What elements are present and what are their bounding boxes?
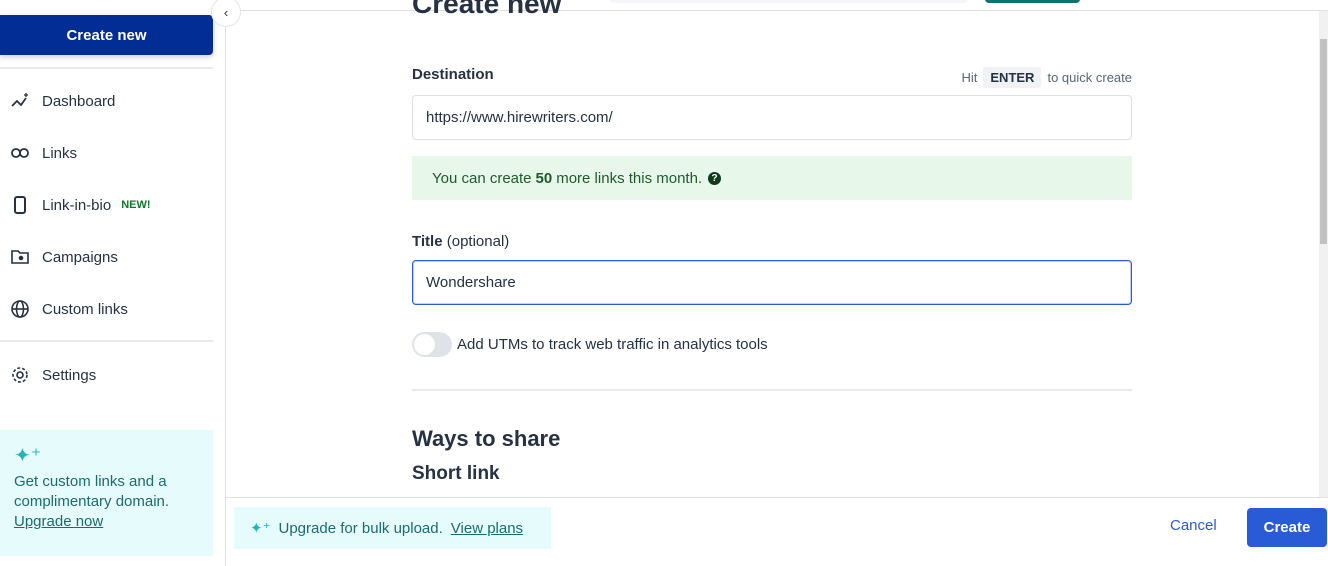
link-icon bbox=[11, 148, 29, 158]
create-button[interactable]: Create bbox=[1247, 508, 1327, 547]
new-badge: NEW! bbox=[121, 199, 151, 211]
cancel-button[interactable]: Cancel bbox=[1170, 517, 1217, 534]
bulk-upload-banner: ✦⁺ Upgrade for bulk upload. View plans bbox=[234, 507, 551, 549]
scrollbar[interactable] bbox=[1319, 11, 1328, 497]
utm-toggle[interactable] bbox=[412, 332, 452, 357]
upgrade-promo: ✦⁺ Get custom links and a complimentary … bbox=[0, 430, 213, 556]
promo-text: Get custom links and a complimentary dom… bbox=[14, 473, 170, 510]
top-action-button[interactable] bbox=[985, 0, 1080, 3]
enter-key: ENTER bbox=[983, 67, 1042, 88]
hint-text: to quick create bbox=[1047, 70, 1132, 85]
dashboard-icon bbox=[11, 93, 28, 107]
sidebar-item-label: Campaigns bbox=[42, 248, 118, 266]
sidebar-item-label: Settings bbox=[42, 366, 97, 384]
divider bbox=[412, 389, 1132, 391]
link-quota-notice: You can create 50 more links this month.… bbox=[412, 156, 1132, 200]
sidebar-item-dashboard[interactable]: Dashboard bbox=[0, 81, 213, 121]
notice-text: You can create bbox=[432, 169, 532, 187]
sidebar-item-campaigns[interactable]: Campaigns bbox=[0, 237, 213, 277]
divider bbox=[0, 67, 213, 69]
utm-toggle-label: Add UTMs to track web traffic in analyti… bbox=[457, 336, 768, 353]
sparkle-icon: ✦⁺ bbox=[14, 445, 42, 467]
short-link-heading: Short link bbox=[412, 463, 500, 484]
hint-text: Hit bbox=[961, 70, 978, 85]
collapse-sidebar-button[interactable]: ‹ bbox=[211, 0, 241, 27]
bulk-upload-text: Upgrade for bulk upload. bbox=[278, 519, 443, 537]
title-input[interactable]: Wondershare bbox=[412, 260, 1132, 305]
sidebar-item-label: Custom links bbox=[42, 300, 128, 318]
divider bbox=[0, 340, 213, 342]
view-plans-link[interactable]: View plans bbox=[451, 520, 523, 537]
upgrade-now-link[interactable]: Upgrade now bbox=[14, 513, 103, 530]
notice-text: more links this month. bbox=[556, 169, 703, 187]
title-label-text: Title bbox=[412, 233, 443, 250]
footer-bar: ✦⁺ Upgrade for bulk upload. View plans C… bbox=[226, 497, 1328, 566]
sidebar: Create new Dashboard Links Link-in-bio N… bbox=[0, 0, 226, 566]
sidebar-item-links[interactable]: Links bbox=[0, 133, 213, 173]
top-search-input[interactable] bbox=[610, 0, 968, 3]
sidebar-item-label: Links bbox=[42, 144, 78, 162]
globe-icon bbox=[11, 300, 29, 318]
destination-input[interactable]: https://www.hirewriters.com/ bbox=[412, 95, 1132, 140]
sidebar-item-link-in-bio[interactable]: Link-in-bio NEW! bbox=[0, 185, 213, 225]
quick-create-hint: Hit ENTER to quick create bbox=[961, 67, 1132, 88]
sidebar-item-custom-links[interactable]: Custom links bbox=[0, 289, 213, 329]
top-bar bbox=[226, 0, 1328, 11]
folder-star-icon bbox=[11, 250, 29, 264]
scrollbar-thumb[interactable] bbox=[1320, 39, 1327, 244]
ways-to-share-heading: Ways to share bbox=[412, 426, 561, 451]
sidebar-item-label: Link-in-bio bbox=[42, 196, 112, 214]
destination-label: Destination bbox=[412, 66, 494, 83]
sparkle-icon: ✦⁺ bbox=[250, 520, 271, 537]
sidebar-item-label: Dashboard bbox=[42, 92, 116, 110]
chevron-left-icon: ‹ bbox=[223, 4, 229, 20]
help-icon[interactable]: ? bbox=[708, 171, 722, 185]
optional-text: (optional) bbox=[446, 233, 510, 250]
notice-count: 50 bbox=[535, 169, 553, 187]
title-label: Title (optional) bbox=[412, 233, 509, 250]
page-title: Create new bbox=[412, 0, 562, 19]
phone-icon bbox=[14, 196, 26, 214]
create-new-button[interactable]: Create new bbox=[0, 15, 213, 55]
gear-icon bbox=[12, 367, 28, 383]
sidebar-item-settings[interactable]: Settings bbox=[0, 355, 213, 395]
